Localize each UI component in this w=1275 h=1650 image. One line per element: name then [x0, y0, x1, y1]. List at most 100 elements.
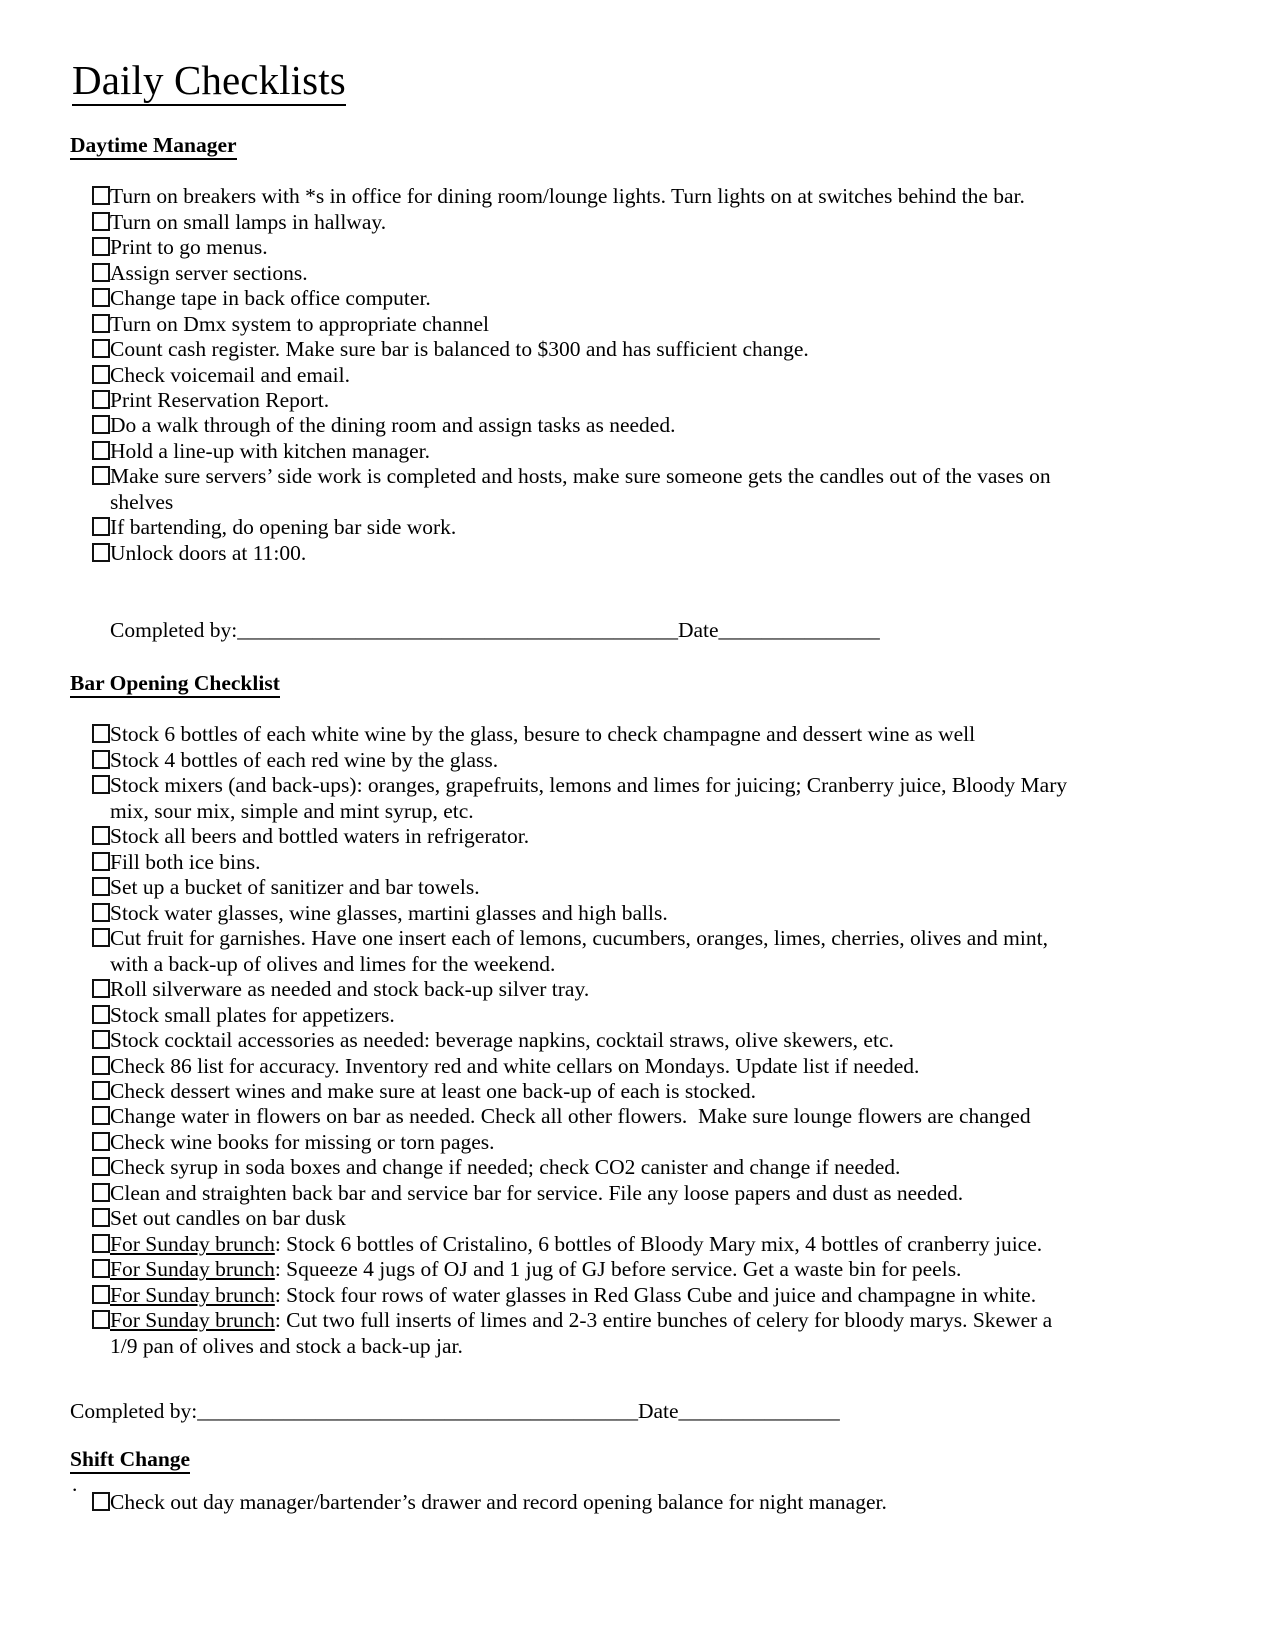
checklist-item[interactable]: Fill both ice bins.	[70, 850, 1070, 875]
checkbox-icon[interactable]	[92, 749, 110, 769]
completed-by-rule[interactable]: ________________________________________…	[237, 618, 678, 642]
checkbox-icon[interactable]	[92, 1030, 110, 1050]
checklist-item[interactable]: Check syrup in soda boxes and change if …	[70, 1155, 1070, 1180]
checklist-item-label: If bartending, do opening bar side work.	[110, 515, 457, 540]
checkbox-icon[interactable]	[92, 1284, 110, 1304]
checkbox-wrap	[70, 184, 110, 209]
checklist-item[interactable]: Assign server sections.	[70, 261, 1070, 286]
checklist-item[interactable]: Stock 4 bottles of each red wine by the …	[70, 748, 1070, 773]
checkbox-icon[interactable]	[92, 1004, 110, 1024]
checklist-item-label: Check out day manager/bartender’s drawer…	[110, 1490, 887, 1515]
checklist-item-label: Set out candles on bar dusk	[110, 1206, 346, 1231]
document-content: Daily Checklists Daytime Manager Turn on…	[70, 57, 1070, 1516]
checkbox-icon[interactable]	[92, 542, 110, 562]
document-page: Daily Checklists Daytime Manager Turn on…	[0, 0, 1275, 1650]
checklist-item-label: Stock cocktail accessories as needed: be…	[110, 1028, 894, 1053]
checklist-item[interactable]: Stock cocktail accessories as needed: be…	[70, 1028, 1070, 1053]
checkbox-icon[interactable]	[92, 415, 110, 435]
checklist-item[interactable]: Change water in flowers on bar as needed…	[70, 1104, 1070, 1129]
checkbox-icon[interactable]	[92, 211, 110, 231]
completed-by-rule[interactable]: ________________________________________…	[197, 1399, 638, 1423]
checkbox-icon[interactable]	[92, 775, 110, 795]
section-heading-row-shift-change: Shift Change	[70, 1447, 1070, 1475]
checklist-item-sunday-brunch[interactable]: For Sunday brunch: Stock four rows of wa…	[70, 1283, 1070, 1308]
checkbox-wrap	[70, 388, 110, 413]
checkbox-wrap	[70, 1104, 110, 1129]
checklist-item[interactable]: Stock small plates for appetizers.	[70, 1003, 1070, 1028]
checklist-item[interactable]: Count cash register. Make sure bar is ba…	[70, 337, 1070, 362]
checkbox-icon[interactable]	[92, 902, 110, 922]
checklist-item-label: Print Reservation Report.	[110, 388, 330, 413]
checklist-item[interactable]: Do a walk through of the dining room and…	[70, 413, 1070, 438]
checklist-item[interactable]: Print Reservation Report.	[70, 388, 1070, 413]
checkbox-icon[interactable]	[92, 1259, 110, 1279]
checkbox-icon[interactable]	[92, 851, 110, 871]
checkbox-icon[interactable]	[92, 1233, 110, 1253]
checklist-item[interactable]: Check out day manager/bartender’s drawer…	[70, 1490, 1070, 1515]
checklist-item[interactable]: Check wine books for missing or torn pag…	[70, 1130, 1070, 1155]
checklist-item[interactable]: Check 86 list for accuracy. Inventory re…	[70, 1054, 1070, 1079]
checkbox-icon[interactable]	[92, 928, 110, 948]
checkbox-icon[interactable]	[92, 186, 110, 206]
checkbox-icon[interactable]	[92, 364, 110, 384]
checkbox-wrap	[70, 1232, 110, 1257]
checkbox-icon[interactable]	[92, 440, 110, 460]
checklist-item-sunday-brunch[interactable]: For Sunday brunch: Stock 6 bottles of Cr…	[70, 1232, 1070, 1257]
date-rule[interactable]: _______________	[679, 1399, 840, 1423]
checkbox-icon[interactable]	[92, 1182, 110, 1202]
checklist-item[interactable]: Print to go menus.	[70, 235, 1070, 260]
checkbox-wrap	[70, 515, 110, 540]
checklist-item[interactable]: Stock water glasses, wine glasses, marti…	[70, 901, 1070, 926]
checkbox-icon[interactable]	[92, 1157, 110, 1177]
checklist-item[interactable]: Roll silverware as needed and stock back…	[70, 977, 1070, 1002]
checklist-item[interactable]: Turn on Dmx system to appropriate channe…	[70, 312, 1070, 337]
checkbox-icon[interactable]	[92, 1106, 110, 1126]
checklist-item-sunday-brunch[interactable]: For Sunday brunch: Cut two full inserts …	[70, 1308, 1070, 1359]
checklist-item[interactable]: Turn on breakers with *s in office for d…	[70, 184, 1070, 209]
checklist-item[interactable]: Stock 6 bottles of each white wine by th…	[70, 722, 1070, 747]
checklist-item[interactable]: If bartending, do opening bar side work.	[70, 515, 1070, 540]
checklist-item[interactable]: Set out candles on bar dusk	[70, 1206, 1070, 1231]
checklist-item-label: Check 86 list for accuracy. Inventory re…	[110, 1053, 920, 1078]
checklist-item-label: : Squeeze 4 jugs of OJ and 1 jug of GJ b…	[274, 1257, 962, 1282]
checkbox-icon[interactable]	[92, 979, 110, 999]
checklist-item[interactable]: Hold a line-up with kitchen manager.	[70, 439, 1070, 464]
date-rule[interactable]: _______________	[719, 618, 880, 642]
checkbox-icon[interactable]	[92, 1310, 110, 1330]
checklist-item-label: : Stock four rows of water glasses in Re…	[274, 1282, 1037, 1307]
checkbox-icon[interactable]	[92, 262, 110, 282]
completed-by-label: Completed by:	[110, 618, 238, 643]
checklist-item[interactable]: Turn on small lamps in hallway.	[70, 210, 1070, 235]
checkbox-wrap	[70, 1181, 110, 1206]
checkbox-icon[interactable]	[92, 1131, 110, 1151]
checkbox-icon[interactable]	[92, 390, 110, 410]
checklist-item-sunday-brunch[interactable]: For Sunday brunch: Squeeze 4 jugs of OJ …	[70, 1257, 1070, 1282]
checklist-item[interactable]: Check voicemail and email.	[70, 363, 1070, 388]
checkbox-icon[interactable]	[92, 313, 110, 333]
checkbox-icon[interactable]	[92, 517, 110, 537]
checkbox-icon[interactable]	[92, 339, 110, 359]
checkbox-icon[interactable]	[92, 288, 110, 308]
checklist-item[interactable]: Make sure servers’ side work is complete…	[70, 464, 1070, 515]
checkbox-wrap	[70, 1283, 110, 1308]
checkbox-wrap	[70, 541, 110, 566]
checklist-item[interactable]: Clean and straighten back bar and servic…	[70, 1181, 1070, 1206]
checkbox-icon[interactable]	[92, 1081, 110, 1101]
checkbox-icon[interactable]	[92, 724, 110, 744]
checklist-item[interactable]: Check dessert wines and make sure at lea…	[70, 1079, 1070, 1104]
checklist-item[interactable]: Unlock doors at 11:00.	[70, 541, 1070, 566]
checklist-item[interactable]: Stock mixers (and back-ups): oranges, gr…	[70, 773, 1070, 824]
checkbox-icon[interactable]	[92, 826, 110, 846]
checkbox-icon[interactable]	[92, 1208, 110, 1228]
checklist-item[interactable]: Set up a bucket of sanitizer and bar tow…	[70, 875, 1070, 900]
checkbox-icon[interactable]	[92, 237, 110, 257]
checkbox-icon[interactable]	[92, 1055, 110, 1075]
checkbox-wrap	[70, 210, 110, 235]
checkbox-icon[interactable]	[92, 877, 110, 897]
checkbox-icon[interactable]	[92, 466, 110, 486]
checkbox-wrap	[70, 901, 110, 926]
checklist-item[interactable]: Stock all beers and bottled waters in re…	[70, 824, 1070, 849]
checklist-item[interactable]: Cut fruit for garnishes. Have one insert…	[70, 926, 1070, 977]
checklist-item[interactable]: Change tape in back office computer.	[70, 286, 1070, 311]
checkbox-icon[interactable]	[92, 1492, 110, 1512]
